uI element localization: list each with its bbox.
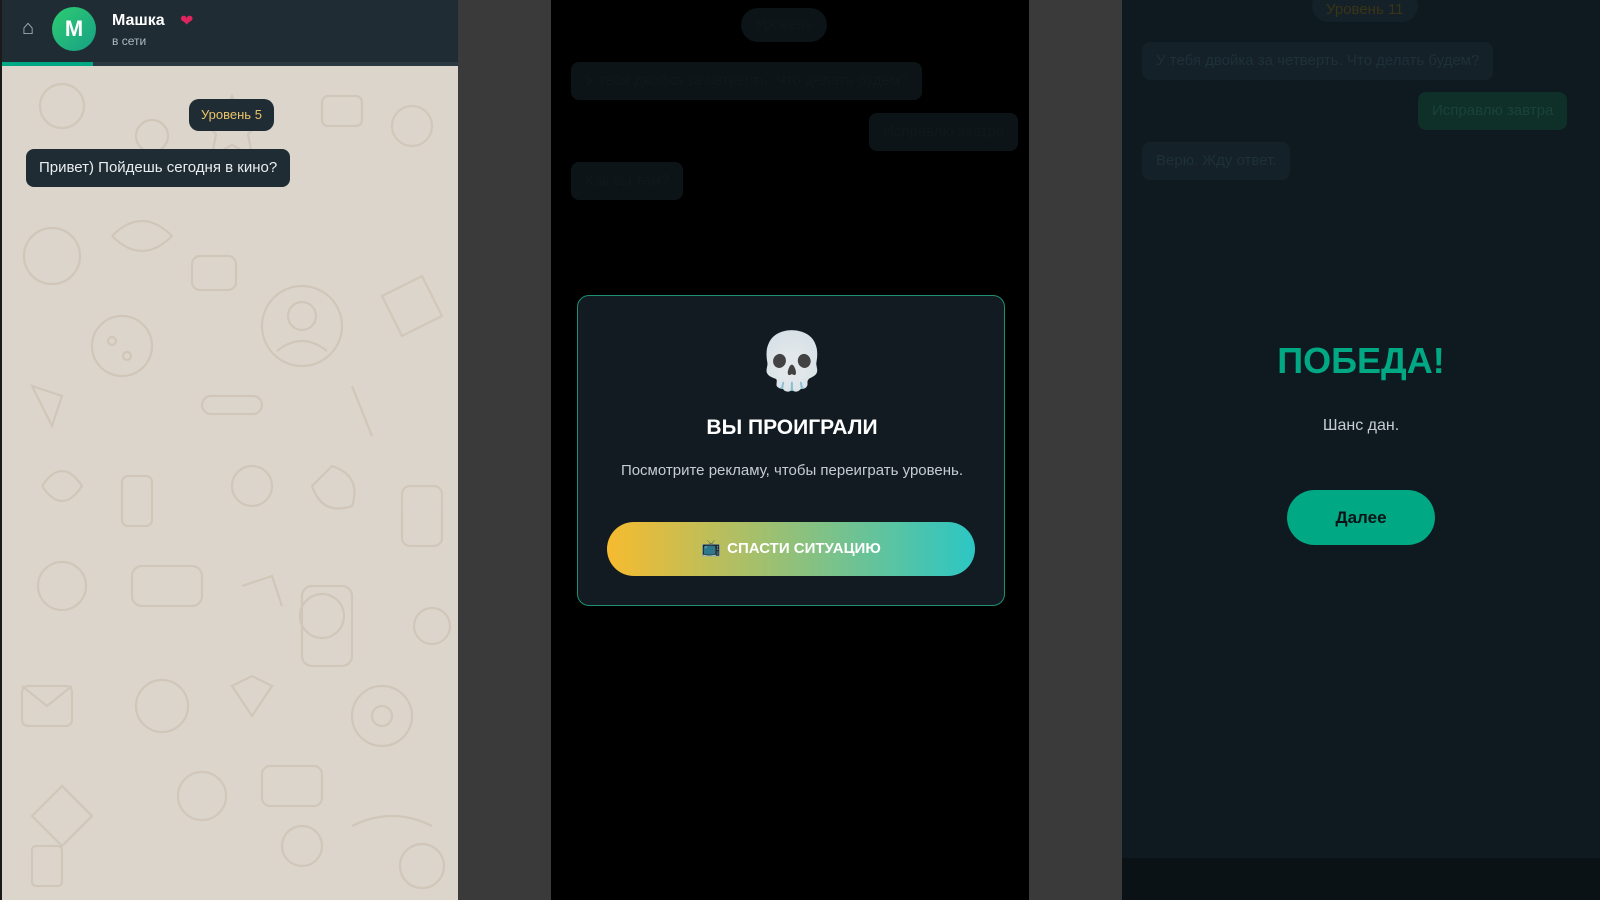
ghost-message: Исправлю завтра xyxy=(1418,92,1568,130)
ghost-message: Верю. Жду ответ. xyxy=(1142,142,1291,180)
save-situation-button[interactable]: 📺 СПАСТИ СИТУАЦИЮ xyxy=(607,522,975,576)
win-description: Шанс дан. xyxy=(1322,417,1400,434)
lose-description: Посмотрите рекламу, чтобы переиграть уро… xyxy=(620,462,964,479)
contact-name: Машка xyxy=(112,12,165,29)
level-progress-bar xyxy=(2,62,458,66)
gutter-right xyxy=(1029,0,1122,900)
lose-title: ВЫ ПРОИГРАЛИ xyxy=(706,416,878,439)
lose-modal: 💀 ВЫ ПРОИГРАЛИ Посмотрите рекламу, чтобы… xyxy=(577,295,1005,606)
contact-status: в сети xyxy=(112,34,147,48)
doodle-wallpaper xyxy=(20,82,452,890)
skull-icon: 💀 xyxy=(757,329,827,392)
ghost-message: Как вы там? xyxy=(571,162,684,200)
gutter-left xyxy=(458,0,551,900)
save-situation-label: СПАСТИ СИТУАЦИЮ xyxy=(727,540,881,557)
chat-header: ⌂ М Машка ❤ в сети xyxy=(2,0,458,64)
win-footer xyxy=(1122,858,1600,900)
ghost-message: У тебя двойка за четверть. Что делать бу… xyxy=(571,62,923,100)
lose-panel: Уровень У тебя двойка за четверть. Что д… xyxy=(551,0,1029,900)
level-badge: Уровень 5 xyxy=(189,99,274,131)
level-progress-fill xyxy=(2,62,94,66)
tv-icon: 📺 xyxy=(701,540,722,557)
ghost-level-badge: Уровень 11 xyxy=(1312,0,1418,22)
avatar: М xyxy=(52,7,96,51)
next-button[interactable]: Далее xyxy=(1287,490,1435,545)
screen: ⌂ М Машка ❤ в сети Уровень 5 Привет) Пой… xyxy=(0,0,1600,900)
win-panel: Уровень 11 У тебя двойка за четверть. Чт… xyxy=(1122,0,1600,900)
incoming-message: Привет) Пойдешь сегодня в кино? xyxy=(26,149,291,187)
win-title: ПОБЕДА! xyxy=(1277,340,1445,381)
ghost-level-badge: Уровень xyxy=(741,8,827,42)
heart-icon: ❤ xyxy=(180,13,194,30)
ghost-message: Исправлю завтра xyxy=(869,113,1019,151)
ghost-message: У тебя двойка за четверть. Что делать бу… xyxy=(1142,42,1494,80)
chat-panel: ⌂ М Машка ❤ в сети Уровень 5 Привет) Пой… xyxy=(2,0,458,900)
home-icon[interactable]: ⌂ xyxy=(16,16,40,40)
